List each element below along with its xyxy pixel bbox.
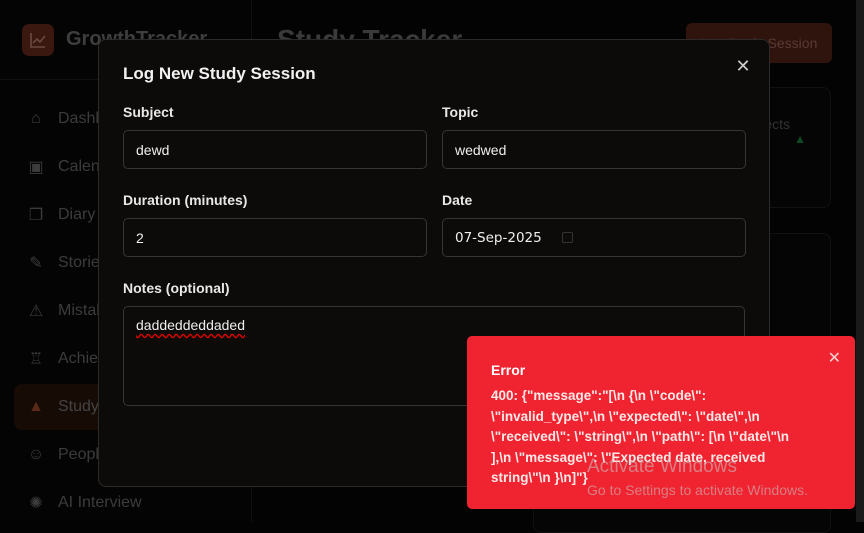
trophy-icon: ♖ bbox=[28, 351, 44, 368]
notes-value: daddeddeddaded bbox=[136, 317, 246, 333]
calendar-icon: ▣ bbox=[28, 159, 44, 176]
toast-title: Error bbox=[491, 362, 526, 378]
date-label: Date bbox=[442, 192, 473, 208]
book-icon: ❐ bbox=[28, 207, 44, 224]
dialog-title: Log New Study Session bbox=[123, 64, 316, 83]
home-icon: ⌂ bbox=[31, 110, 41, 127]
topic-label: Topic bbox=[442, 104, 479, 120]
duration-label: Duration (minutes) bbox=[123, 192, 248, 208]
users-icon: ☺ bbox=[27, 446, 45, 463]
toast-message: 400: {"message":"[\n {\n \"code\": \"inv… bbox=[491, 388, 789, 485]
topic-input[interactable]: wedwed bbox=[442, 130, 746, 169]
warning-icon: ⚠ bbox=[28, 303, 44, 320]
duration-input[interactable]: 2 bbox=[123, 218, 427, 257]
close-icon[interactable]: ✕ bbox=[828, 348, 841, 368]
sidebar-item-label: Diary bbox=[58, 206, 96, 223]
error-toast: ✕ Error 400: {"message":"[\n {\n \"code\… bbox=[467, 336, 855, 509]
chart-line-icon bbox=[22, 23, 54, 56]
brain-icon: ✺ bbox=[29, 495, 43, 512]
scrollbar[interactable] bbox=[856, 0, 864, 522]
graduation-cap-icon: ▲ bbox=[794, 132, 806, 146]
sidebar-item-label: AI Interview bbox=[58, 494, 142, 511]
notes-label: Notes (optional) bbox=[123, 280, 230, 296]
subject-input[interactable]: dewd bbox=[123, 130, 427, 169]
close-icon[interactable]: ✕ bbox=[733, 56, 753, 76]
date-value: 07-Sep-2025 bbox=[455, 229, 542, 246]
feather-icon: ✎ bbox=[29, 255, 43, 272]
date-input[interactable]: 07-Sep-2025 bbox=[442, 218, 746, 257]
calendar-picker-icon[interactable] bbox=[561, 232, 573, 243]
graduation-cap-icon: ▲ bbox=[28, 398, 44, 415]
subject-label: Subject bbox=[123, 104, 174, 120]
sidebar-item-label: Study bbox=[58, 398, 99, 415]
